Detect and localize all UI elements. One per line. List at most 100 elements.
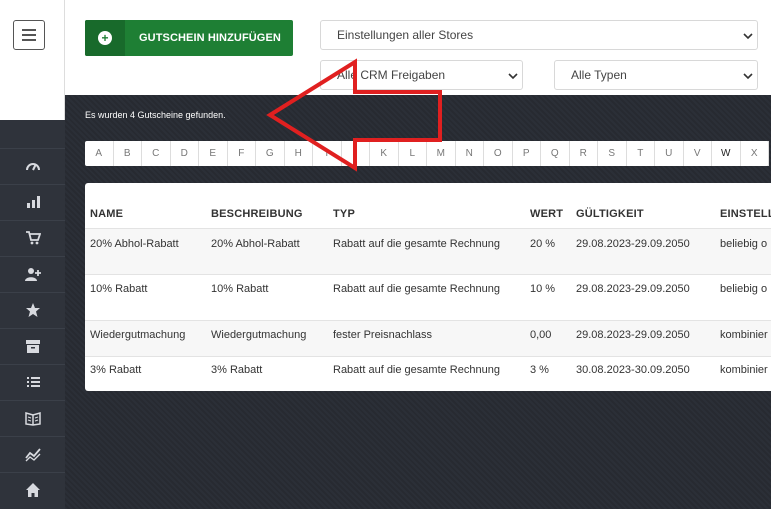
sidebar-item-archive[interactable] bbox=[0, 328, 65, 363]
cell-validity: 29.08.2023-29.09.2050 bbox=[576, 238, 690, 250]
star-icon bbox=[25, 303, 40, 317]
table-row[interactable]: 20% Abhol-Rabatt 20% Abhol-Rabatt Rabatt… bbox=[85, 228, 771, 274]
alphabet-letter[interactable]: I bbox=[313, 141, 342, 166]
alphabet-letter[interactable]: A bbox=[85, 141, 114, 166]
add-user-icon bbox=[24, 268, 41, 281]
column-header-description[interactable]: BESCHREIBUNG bbox=[211, 208, 303, 220]
cell-settings: kombinier bbox=[720, 329, 768, 341]
alphabet-letter[interactable]: T bbox=[627, 141, 655, 166]
table-row[interactable]: 10% Rabatt 10% Rabatt Rabatt auf die ges… bbox=[85, 274, 771, 320]
cart-icon bbox=[25, 231, 41, 245]
alphabet-letter[interactable]: V bbox=[684, 141, 712, 166]
main-content: Es wurden 4 Gutscheine gefunden. A B C D… bbox=[65, 95, 771, 509]
alphabet-letter[interactable]: O bbox=[484, 141, 513, 166]
alphabet-letter[interactable]: C bbox=[142, 141, 171, 166]
alphabet-letter[interactable]: X bbox=[741, 141, 769, 166]
type-select[interactable]: Alle Typen bbox=[554, 60, 758, 90]
sidebar-item-favorites[interactable] bbox=[0, 292, 65, 327]
column-header-settings[interactable]: EINSTELL bbox=[720, 208, 771, 220]
table-row[interactable]: 3% Rabatt 3% Rabatt Rabatt auf die gesam… bbox=[85, 356, 771, 391]
store-settings-value: Einstellungen aller Stores bbox=[337, 28, 474, 42]
alphabet-filter: A B C D E F G H I J K L M N O P Q R S T … bbox=[85, 141, 769, 166]
alphabet-letter[interactable]: W bbox=[712, 141, 741, 166]
alphabet-letter[interactable]: D bbox=[171, 141, 199, 166]
table-row[interactable]: Wiedergutmachung Wiedergutmachung fester… bbox=[85, 320, 771, 356]
cell-description: 20% Abhol-Rabatt bbox=[211, 238, 300, 250]
alphabet-letter[interactable]: N bbox=[456, 141, 484, 166]
cell-description: Wiedergutmachung bbox=[211, 329, 307, 341]
sidebar-header bbox=[0, 0, 65, 120]
alphabet-letter[interactable]: F bbox=[228, 141, 256, 166]
cell-validity: 29.08.2023-29.09.2050 bbox=[576, 329, 690, 341]
cell-settings: beliebig o bbox=[720, 283, 768, 295]
home-icon bbox=[25, 483, 40, 497]
crm-release-select[interactable]: Alle CRM Freigaben bbox=[320, 60, 523, 90]
sidebar-item-dashboard[interactable] bbox=[0, 148, 65, 183]
sidebar-item-catalog[interactable] bbox=[0, 400, 65, 435]
cell-settings: beliebig o bbox=[720, 238, 768, 250]
column-header-value[interactable]: WERT bbox=[530, 208, 563, 220]
alphabet-letter[interactable]: S bbox=[598, 141, 627, 166]
cell-name: 20% Abhol-Rabatt bbox=[90, 238, 179, 250]
book-icon bbox=[24, 412, 41, 426]
alphabet-letter[interactable]: J bbox=[342, 141, 370, 166]
cell-type: Rabatt auf die gesamte Rechnung bbox=[333, 364, 500, 376]
sidebar-item-list[interactable] bbox=[0, 364, 65, 399]
add-voucher-button[interactable]: + GUTSCHEIN HINZUFÜGEN bbox=[85, 20, 293, 56]
cell-validity: 30.08.2023-30.09.2050 bbox=[576, 364, 690, 376]
cell-description: 10% Rabatt bbox=[211, 283, 269, 295]
alphabet-letter[interactable]: B bbox=[114, 141, 142, 166]
cell-value: 20 % bbox=[530, 238, 556, 250]
column-header-validity[interactable]: GÜLTIGKEIT bbox=[576, 208, 644, 220]
bar-chart-icon bbox=[26, 196, 40, 208]
cell-description: 3% Rabatt bbox=[211, 364, 263, 376]
alphabet-letter[interactable]: L bbox=[399, 141, 427, 166]
alphabet-letter[interactable]: Q bbox=[541, 141, 570, 166]
result-count-text: Es wurden 4 Gutscheine gefunden. bbox=[85, 110, 226, 120]
hamburger-menu-button[interactable] bbox=[13, 20, 45, 50]
archive-icon bbox=[25, 340, 40, 353]
sidebar-item-analytics[interactable] bbox=[0, 436, 65, 471]
alphabet-letter[interactable]: G bbox=[256, 141, 285, 166]
alphabet-letter[interactable]: K bbox=[370, 141, 399, 166]
trend-icon bbox=[24, 448, 41, 462]
gauge-icon bbox=[25, 163, 40, 171]
crm-release-value: Alle CRM Freigaben bbox=[337, 68, 446, 82]
sidebar-nav bbox=[0, 120, 65, 509]
alphabet-letter[interactable]: R bbox=[570, 141, 598, 166]
cell-type: Rabatt auf die gesamte Rechnung bbox=[333, 283, 500, 295]
cell-type: fester Preisnachlass bbox=[333, 329, 433, 341]
chevron-down-icon bbox=[508, 70, 518, 80]
sidebar-item-statistics[interactable] bbox=[0, 184, 65, 219]
alphabet-letter[interactable]: E bbox=[199, 141, 228, 166]
column-header-type[interactable]: TYP bbox=[333, 208, 355, 220]
cell-value: 0,00 bbox=[530, 329, 552, 341]
sidebar-item-orders[interactable] bbox=[0, 220, 65, 255]
top-toolbar: + GUTSCHEIN HINZUFÜGEN Einstellungen all… bbox=[65, 0, 771, 95]
cell-value: 3 % bbox=[530, 364, 549, 376]
cell-name: 3% Rabatt bbox=[90, 364, 142, 376]
alphabet-letter[interactable]: M bbox=[427, 141, 456, 166]
store-settings-select[interactable]: Einstellungen aller Stores bbox=[320, 20, 758, 50]
chevron-down-icon bbox=[743, 70, 753, 80]
alphabet-letter[interactable]: H bbox=[285, 141, 313, 166]
sidebar-item-customers[interactable] bbox=[0, 256, 65, 291]
voucher-table: NAME BESCHREIBUNG TYP WERT GÜLTIGKEIT EI… bbox=[85, 183, 771, 391]
cell-settings: kombinier bbox=[720, 364, 768, 376]
cell-name: 10% Rabatt bbox=[90, 283, 148, 295]
alphabet-letter[interactable]: P bbox=[513, 141, 541, 166]
hamburger-line bbox=[22, 39, 36, 41]
cell-value: 10 % bbox=[530, 283, 556, 295]
cell-validity: 29.08.2023-29.09.2050 bbox=[576, 283, 690, 295]
type-value: Alle Typen bbox=[571, 68, 627, 82]
hamburger-line bbox=[22, 34, 36, 36]
column-header-name[interactable]: NAME bbox=[90, 208, 123, 220]
alphabet-letter[interactable]: U bbox=[655, 141, 684, 166]
hamburger-line bbox=[22, 29, 36, 31]
cell-type: Rabatt auf die gesamte Rechnung bbox=[333, 238, 500, 250]
plus-circle-icon: + bbox=[98, 31, 112, 45]
chevron-down-icon bbox=[743, 30, 753, 40]
cell-name: Wiedergutmachung bbox=[90, 329, 186, 341]
list-icon bbox=[26, 377, 40, 387]
sidebar-item-home[interactable] bbox=[0, 472, 65, 507]
